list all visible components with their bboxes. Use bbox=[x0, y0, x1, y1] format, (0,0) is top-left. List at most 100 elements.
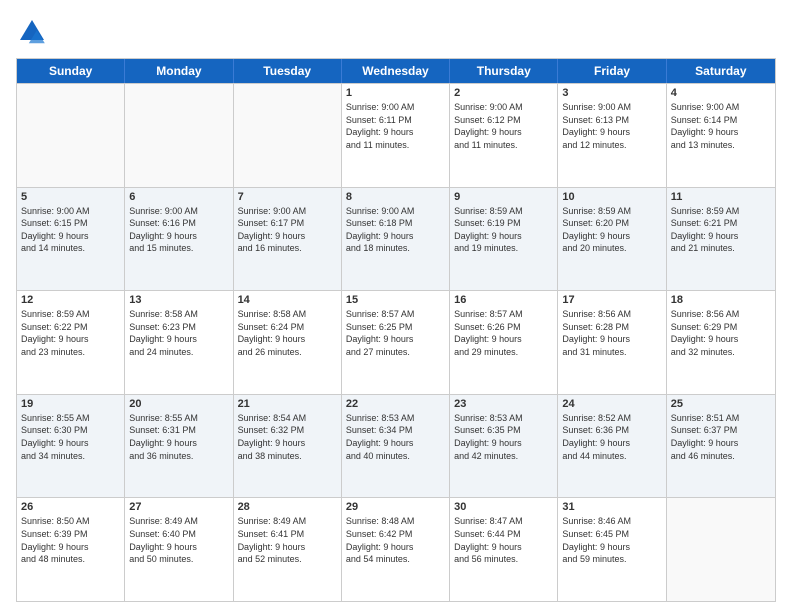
day-number: 27 bbox=[129, 501, 228, 513]
day-number: 10 bbox=[562, 191, 661, 203]
day-info: Sunrise: 9:00 AM Sunset: 6:11 PM Dayligh… bbox=[346, 101, 445, 151]
day-cell-22: 22 Sunrise: 8:53 AM Sunset: 6:34 PM Dayli… bbox=[342, 395, 450, 498]
day-number: 24 bbox=[562, 398, 661, 410]
day-cell-14: 14 Sunrise: 8:58 AM Sunset: 6:24 PM Dayli… bbox=[234, 291, 342, 394]
day-cell-12: 12 Sunrise: 8:59 AM Sunset: 6:22 PM Dayli… bbox=[17, 291, 125, 394]
day-number: 4 bbox=[671, 87, 771, 99]
day-cell-10: 10 Sunrise: 8:59 AM Sunset: 6:20 PM Dayli… bbox=[558, 188, 666, 291]
day-info: Sunrise: 8:59 AM Sunset: 6:20 PM Dayligh… bbox=[562, 205, 661, 255]
day-number: 30 bbox=[454, 501, 553, 513]
day-cell-2: 2Sunrise: 9:00 AM Sunset: 6:12 PM Daylig… bbox=[450, 84, 558, 187]
day-info: Sunrise: 8:58 AM Sunset: 6:24 PM Dayligh… bbox=[238, 308, 337, 358]
day-number: 21 bbox=[238, 398, 337, 410]
day-info: Sunrise: 8:59 AM Sunset: 6:19 PM Dayligh… bbox=[454, 205, 553, 255]
day-number: 23 bbox=[454, 398, 553, 410]
header-day-tuesday: Tuesday bbox=[234, 59, 342, 83]
day-info: Sunrise: 9:00 AM Sunset: 6:13 PM Dayligh… bbox=[562, 101, 661, 151]
day-number: 12 bbox=[21, 294, 120, 306]
day-info: Sunrise: 8:47 AM Sunset: 6:44 PM Dayligh… bbox=[454, 515, 553, 565]
day-cell-7: 7Sunrise: 9:00 AM Sunset: 6:17 PM Daylig… bbox=[234, 188, 342, 291]
day-info: Sunrise: 8:58 AM Sunset: 6:23 PM Dayligh… bbox=[129, 308, 228, 358]
header-day-friday: Friday bbox=[558, 59, 666, 83]
day-number: 20 bbox=[129, 398, 228, 410]
day-cell-18: 18 Sunrise: 8:56 AM Sunset: 6:29 PM Dayli… bbox=[667, 291, 775, 394]
day-number: 18 bbox=[671, 294, 771, 306]
day-info: Sunrise: 8:59 AM Sunset: 6:21 PM Dayligh… bbox=[671, 205, 771, 255]
day-number: 8 bbox=[346, 191, 445, 203]
calendar-header-row: SundayMondayTuesdayWednesdayThursdayFrid… bbox=[17, 59, 775, 83]
day-number: 13 bbox=[129, 294, 228, 306]
day-info: Sunrise: 8:52 AM Sunset: 6:36 PM Dayligh… bbox=[562, 412, 661, 462]
day-info: Sunrise: 8:53 AM Sunset: 6:35 PM Dayligh… bbox=[454, 412, 553, 462]
day-cell-26: 26Sunrise: 8:50 AM Sunset: 6:39 PM Dayli… bbox=[17, 498, 125, 601]
day-number: 2 bbox=[454, 87, 553, 99]
day-cell-19: 19 Sunrise: 8:55 AM Sunset: 6:30 PM Dayli… bbox=[17, 395, 125, 498]
day-info: Sunrise: 8:55 AM Sunset: 6:31 PM Dayligh… bbox=[129, 412, 228, 462]
day-number: 15 bbox=[346, 294, 445, 306]
day-number: 17 bbox=[562, 294, 661, 306]
day-number: 16 bbox=[454, 294, 553, 306]
day-number: 31 bbox=[562, 501, 661, 513]
day-cell-27: 27Sunrise: 8:49 AM Sunset: 6:40 PM Dayli… bbox=[125, 498, 233, 601]
header bbox=[16, 16, 776, 48]
day-number: 22 bbox=[346, 398, 445, 410]
day-cell-30: 30 Sunrise: 8:47 AM Sunset: 6:44 PM Dayli… bbox=[450, 498, 558, 601]
calendar-body: 1Sunrise: 9:00 AM Sunset: 6:11 PM Daylig… bbox=[17, 83, 775, 601]
day-number: 14 bbox=[238, 294, 337, 306]
day-info: Sunrise: 9:00 AM Sunset: 6:17 PM Dayligh… bbox=[238, 205, 337, 255]
day-cell-20: 20 Sunrise: 8:55 AM Sunset: 6:31 PM Dayli… bbox=[125, 395, 233, 498]
week-row-2: 5 Sunrise: 9:00 AM Sunset: 6:15 PM Daylig… bbox=[17, 187, 775, 291]
day-cell-29: 29Sunrise: 8:48 AM Sunset: 6:42 PM Dayli… bbox=[342, 498, 450, 601]
day-cell-24: 24 Sunrise: 8:52 AM Sunset: 6:36 PM Dayli… bbox=[558, 395, 666, 498]
day-cell-17: 17 Sunrise: 8:56 AM Sunset: 6:28 PM Dayli… bbox=[558, 291, 666, 394]
day-cell-11: 11 Sunrise: 8:59 AM Sunset: 6:21 PM Dayli… bbox=[667, 188, 775, 291]
header-day-sunday: Sunday bbox=[17, 59, 125, 83]
day-number: 25 bbox=[671, 398, 771, 410]
week-row-4: 19 Sunrise: 8:55 AM Sunset: 6:30 PM Dayli… bbox=[17, 394, 775, 498]
week-row-5: 26Sunrise: 8:50 AM Sunset: 6:39 PM Dayli… bbox=[17, 497, 775, 601]
day-cell-5: 5 Sunrise: 9:00 AM Sunset: 6:15 PM Daylig… bbox=[17, 188, 125, 291]
day-info: Sunrise: 8:54 AM Sunset: 6:32 PM Dayligh… bbox=[238, 412, 337, 462]
day-number: 29 bbox=[346, 501, 445, 513]
logo bbox=[16, 16, 54, 48]
day-info: Sunrise: 9:00 AM Sunset: 6:14 PM Dayligh… bbox=[671, 101, 771, 151]
day-info: Sunrise: 8:57 AM Sunset: 6:25 PM Dayligh… bbox=[346, 308, 445, 358]
day-number: 3 bbox=[562, 87, 661, 99]
day-number: 26 bbox=[21, 501, 120, 513]
day-info: Sunrise: 8:59 AM Sunset: 6:22 PM Dayligh… bbox=[21, 308, 120, 358]
empty-cell bbox=[667, 498, 775, 601]
day-info: Sunrise: 9:00 AM Sunset: 6:18 PM Dayligh… bbox=[346, 205, 445, 255]
day-cell-23: 23 Sunrise: 8:53 AM Sunset: 6:35 PM Dayli… bbox=[450, 395, 558, 498]
day-cell-28: 28Sunrise: 8:49 AM Sunset: 6:41 PM Dayli… bbox=[234, 498, 342, 601]
page: SundayMondayTuesdayWednesdayThursdayFrid… bbox=[0, 0, 792, 612]
day-cell-6: 6Sunrise: 9:00 AM Sunset: 6:16 PM Daylig… bbox=[125, 188, 233, 291]
day-info: Sunrise: 8:51 AM Sunset: 6:37 PM Dayligh… bbox=[671, 412, 771, 462]
empty-cell bbox=[125, 84, 233, 187]
day-info: Sunrise: 8:55 AM Sunset: 6:30 PM Dayligh… bbox=[21, 412, 120, 462]
day-number: 11 bbox=[671, 191, 771, 203]
day-number: 5 bbox=[21, 191, 120, 203]
day-cell-13: 13 Sunrise: 8:58 AM Sunset: 6:23 PM Dayli… bbox=[125, 291, 233, 394]
day-number: 9 bbox=[454, 191, 553, 203]
day-cell-31: 31Sunrise: 8:46 AM Sunset: 6:45 PM Dayli… bbox=[558, 498, 666, 601]
day-info: Sunrise: 8:53 AM Sunset: 6:34 PM Dayligh… bbox=[346, 412, 445, 462]
week-row-3: 12 Sunrise: 8:59 AM Sunset: 6:22 PM Dayli… bbox=[17, 290, 775, 394]
header-day-saturday: Saturday bbox=[667, 59, 775, 83]
day-info: Sunrise: 8:56 AM Sunset: 6:29 PM Dayligh… bbox=[671, 308, 771, 358]
day-cell-25: 25 Sunrise: 8:51 AM Sunset: 6:37 PM Dayli… bbox=[667, 395, 775, 498]
day-number: 19 bbox=[21, 398, 120, 410]
day-cell-1: 1Sunrise: 9:00 AM Sunset: 6:11 PM Daylig… bbox=[342, 84, 450, 187]
calendar: SundayMondayTuesdayWednesdayThursdayFrid… bbox=[16, 58, 776, 602]
day-cell-21: 21 Sunrise: 8:54 AM Sunset: 6:32 PM Dayli… bbox=[234, 395, 342, 498]
header-day-thursday: Thursday bbox=[450, 59, 558, 83]
day-info: Sunrise: 8:56 AM Sunset: 6:28 PM Dayligh… bbox=[562, 308, 661, 358]
day-info: Sunrise: 8:57 AM Sunset: 6:26 PM Dayligh… bbox=[454, 308, 553, 358]
empty-cell bbox=[17, 84, 125, 187]
day-cell-4: 4 Sunrise: 9:00 AM Sunset: 6:14 PM Daylig… bbox=[667, 84, 775, 187]
day-info: Sunrise: 9:00 AM Sunset: 6:15 PM Dayligh… bbox=[21, 205, 120, 255]
header-day-wednesday: Wednesday bbox=[342, 59, 450, 83]
day-cell-8: 8 Sunrise: 9:00 AM Sunset: 6:18 PM Daylig… bbox=[342, 188, 450, 291]
header-day-monday: Monday bbox=[125, 59, 233, 83]
day-info: Sunrise: 9:00 AM Sunset: 6:16 PM Dayligh… bbox=[129, 205, 228, 255]
empty-cell bbox=[234, 84, 342, 187]
